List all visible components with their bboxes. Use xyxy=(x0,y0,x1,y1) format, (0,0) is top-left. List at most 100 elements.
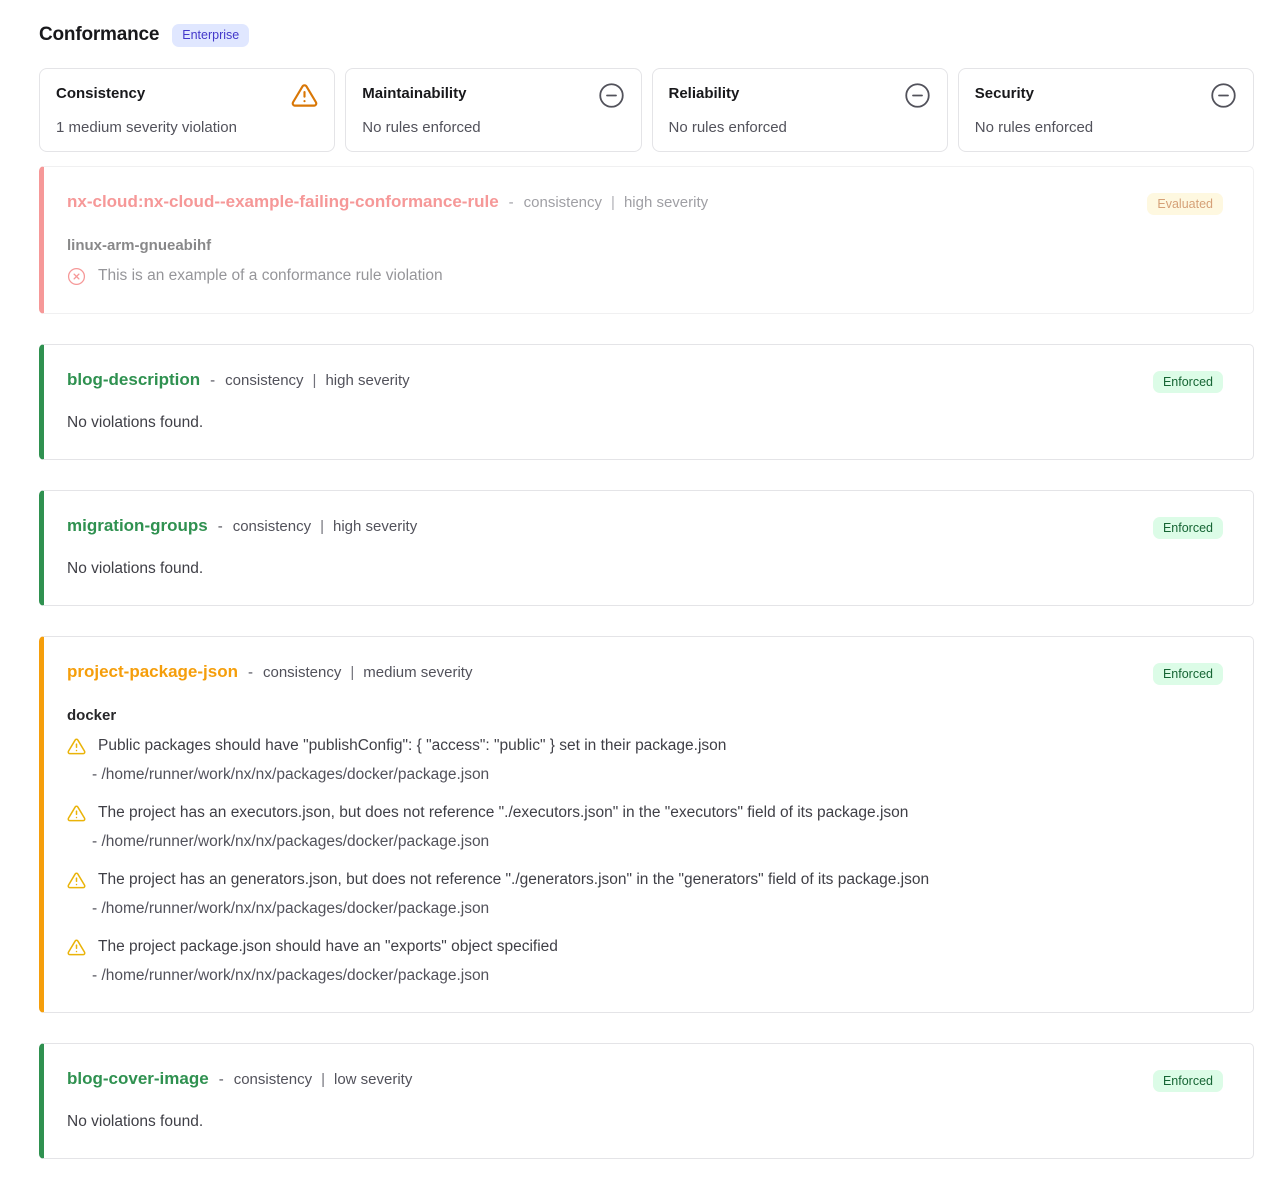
rule-name-link[interactable]: project-package-json xyxy=(67,662,238,682)
rule-separator: - xyxy=(509,194,514,211)
category-name: Security xyxy=(975,82,1034,102)
warning-triangle-icon xyxy=(67,871,86,890)
no-violations-text: No violations found. xyxy=(67,414,1133,432)
violation-message: The project package.json should have an … xyxy=(98,938,558,956)
violation-message: The project has an generators.json, but … xyxy=(98,871,929,889)
project-name: docker xyxy=(67,707,1133,724)
category-status: 1 medium severity violation xyxy=(56,119,318,136)
rule-name-link[interactable]: blog-cover-image xyxy=(67,1069,209,1089)
violation-detail-path: - /home/runner/work/nx/nx/packages/docke… xyxy=(92,833,1133,851)
violation-message: Public packages should have "publishConf… xyxy=(98,737,726,755)
status-badge: Enforced xyxy=(1153,371,1223,394)
category-card-reliability: Reliability No rules enforced xyxy=(652,68,948,152)
category-name: Consistency xyxy=(56,82,145,102)
violation-row: Public packages should have "publishConf… xyxy=(67,737,1133,784)
rule-card-migration-groups: migration-groups-consistency | high severi… xyxy=(39,490,1254,606)
rule-card-list: nx-cloud:nx-cloud--example-failing-confo… xyxy=(39,166,1254,1159)
warning-triangle-icon xyxy=(67,938,86,957)
violation-message-row: The project package.json should have an … xyxy=(67,938,1133,957)
violation-row: The project has an generators.json, but … xyxy=(67,871,1133,918)
status-badge: Enforced xyxy=(1153,1070,1223,1093)
rule-meta: consistency | high severity xyxy=(225,372,410,389)
category-card-security: Security No rules enforced xyxy=(958,68,1254,152)
rule-severity: high severity xyxy=(325,372,409,389)
rule-name-link[interactable]: nx-cloud:nx-cloud--example-failing-confo… xyxy=(67,192,499,212)
violation-row: The project package.json should have an … xyxy=(67,938,1133,985)
category-name: Reliability xyxy=(669,82,740,102)
rule-card-project-package-json: project-package-json-consistency | medium … xyxy=(39,636,1254,1013)
page-title: Conformance xyxy=(39,24,159,46)
enterprise-badge: Enterprise xyxy=(172,24,249,47)
category-card-header: Maintainability xyxy=(362,82,624,114)
rule-severity: high severity xyxy=(624,194,708,211)
no-violations-text: No violations found. xyxy=(67,1113,1133,1131)
status-badge: Enforced xyxy=(1153,517,1223,540)
x-circle-icon xyxy=(67,267,86,286)
violation-detail-path: - /home/runner/work/nx/nx/packages/docke… xyxy=(92,766,1133,784)
conformance-page: Conformance Enterprise Consistency 1 medi… xyxy=(0,0,1287,1159)
minus-circle-icon xyxy=(598,82,625,114)
rule-card-nx-cloud-nx-cloud--example-failing-conformance-rule: nx-cloud:nx-cloud--example-failing-confo… xyxy=(39,166,1254,314)
category-status: No rules enforced xyxy=(669,119,931,136)
rule-severity: low severity xyxy=(334,1071,412,1088)
violation-message-row: Public packages should have "publishConf… xyxy=(67,737,1133,756)
severity-separator: | xyxy=(313,372,317,389)
status-badge: Enforced xyxy=(1153,663,1223,686)
severity-separator: | xyxy=(320,518,324,535)
rule-category: consistency xyxy=(524,194,602,211)
violation-message-row: The project has an generators.json, but … xyxy=(67,871,1133,890)
category-status: No rules enforced xyxy=(362,119,624,136)
severity-separator: | xyxy=(321,1071,325,1088)
rule-severity: high severity xyxy=(333,518,417,535)
category-card-header: Security xyxy=(975,82,1237,114)
severity-separator: | xyxy=(350,664,354,681)
violation-detail-path: - /home/runner/work/nx/nx/packages/docke… xyxy=(92,900,1133,918)
rule-name-link[interactable]: migration-groups xyxy=(67,516,208,536)
violation-row: The project has an executors.json, but d… xyxy=(67,804,1133,851)
category-card-maintainability: Maintainability No rules enforced xyxy=(345,68,641,152)
minus-circle-icon xyxy=(904,82,931,114)
category-name: Maintainability xyxy=(362,82,466,102)
no-violations-text: No violations found. xyxy=(67,560,1133,578)
violation-message-row: The project has an executors.json, but d… xyxy=(67,804,1133,823)
rule-category: consistency xyxy=(263,664,341,681)
rule-card-header: blog-cover-image-consistency | low severit… xyxy=(67,1069,1133,1089)
rule-card-blog-cover-image: blog-cover-image-consistency | low severit… xyxy=(39,1043,1254,1159)
page-header: Conformance Enterprise xyxy=(39,24,1254,47)
rule-name-link[interactable]: blog-description xyxy=(67,370,200,390)
severity-separator: | xyxy=(611,194,615,211)
rule-separator: - xyxy=(248,664,253,681)
minus-circle-icon xyxy=(1210,82,1237,114)
violation-message: This is an example of a conformance rule… xyxy=(98,267,443,285)
rule-card-header: nx-cloud:nx-cloud--example-failing-confo… xyxy=(67,192,1133,212)
rule-separator: - xyxy=(218,518,223,535)
status-badge: Evaluated xyxy=(1147,193,1223,216)
warning-triangle-icon xyxy=(67,737,86,756)
rule-severity: medium severity xyxy=(363,664,472,681)
violation-detail-path: - /home/runner/work/nx/nx/packages/docke… xyxy=(92,967,1133,985)
warning-triangle-icon xyxy=(291,82,318,114)
rule-separator: - xyxy=(219,1071,224,1088)
rule-card-header: project-package-json-consistency | medium … xyxy=(67,662,1133,682)
category-status: No rules enforced xyxy=(975,119,1237,136)
rule-meta: consistency | medium severity xyxy=(263,664,472,681)
category-summary-row: Consistency 1 medium severity violation Ma… xyxy=(39,68,1254,152)
project-name: linux-arm-gnueabihf xyxy=(67,237,1133,254)
rule-category: consistency xyxy=(234,1071,312,1088)
category-card-header: Consistency xyxy=(56,82,318,114)
rule-separator: - xyxy=(210,372,215,389)
rule-category: consistency xyxy=(233,518,311,535)
rule-card-header: migration-groups-consistency | high severi… xyxy=(67,516,1133,536)
category-card-consistency: Consistency 1 medium severity violation xyxy=(39,68,335,152)
rule-card-header: blog-description-consistency | high severi… xyxy=(67,370,1133,390)
category-card-header: Reliability xyxy=(669,82,931,114)
warning-triangle-icon xyxy=(67,804,86,823)
violation-row: This is an example of a conformance rule… xyxy=(67,267,1133,286)
rule-meta: consistency | high severity xyxy=(233,518,418,535)
rule-meta: consistency | high severity xyxy=(524,194,709,211)
rule-meta: consistency | low severity xyxy=(234,1071,413,1088)
rule-card-blog-description: blog-description-consistency | high severi… xyxy=(39,344,1254,460)
rule-category: consistency xyxy=(225,372,303,389)
violation-message-row: This is an example of a conformance rule… xyxy=(67,267,1133,286)
violation-message: The project has an executors.json, but d… xyxy=(98,804,908,822)
